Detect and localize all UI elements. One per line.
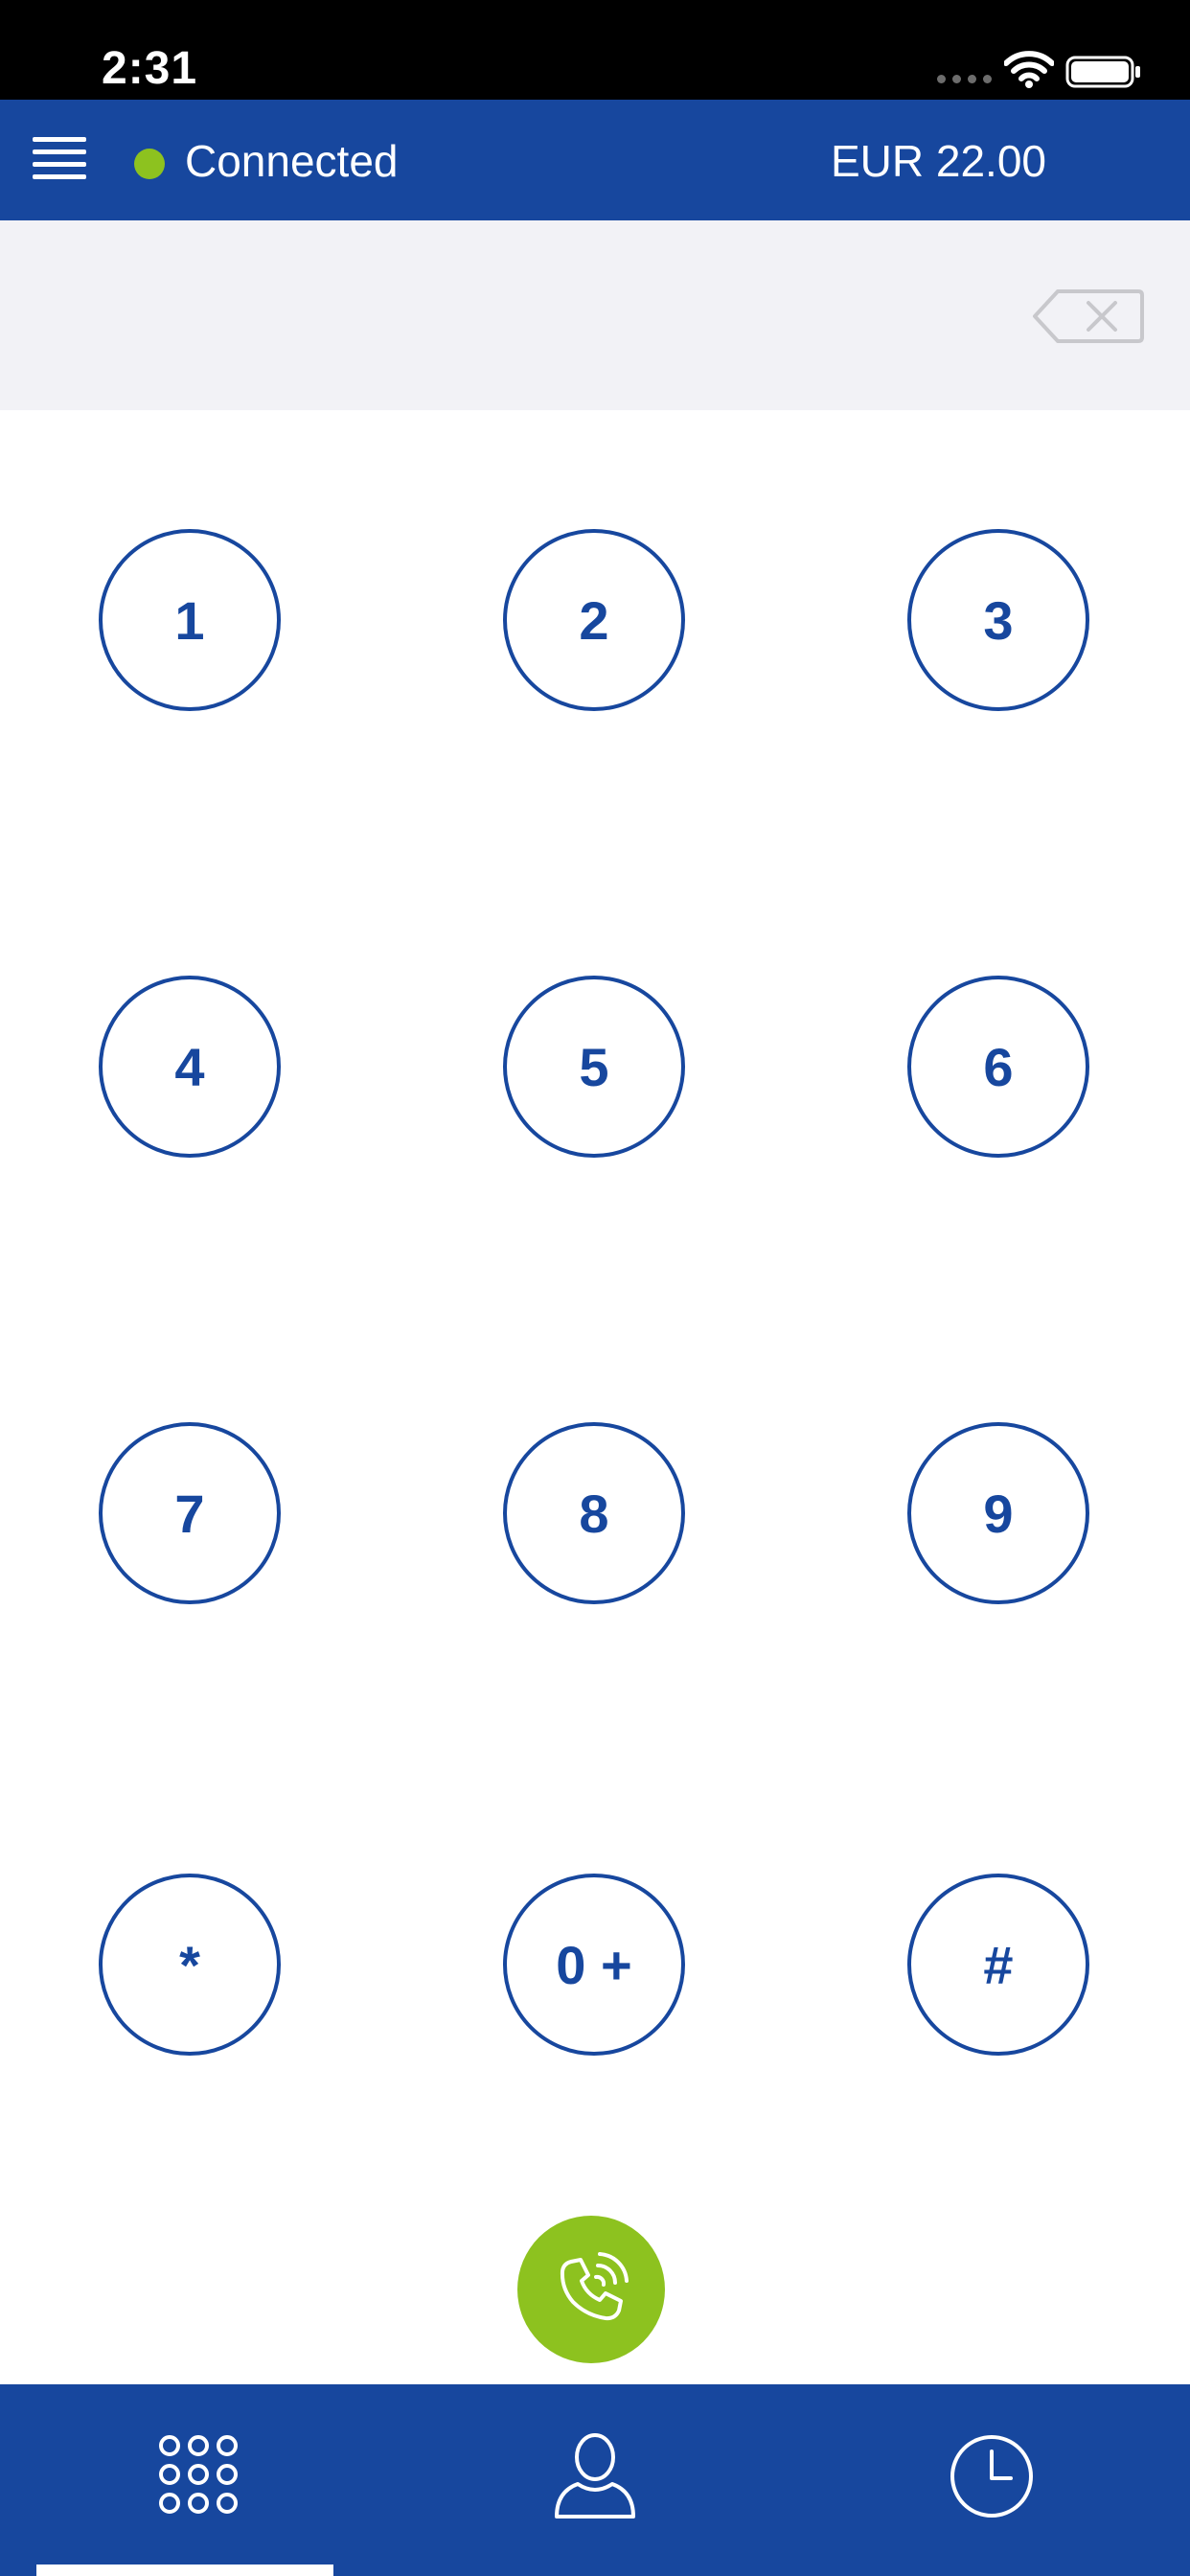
key-9[interactable]: 9	[907, 1422, 1089, 1604]
call-button[interactable]	[517, 2216, 665, 2363]
key-8-label: 8	[579, 1483, 609, 1544]
key-3-label: 3	[983, 589, 1014, 651]
key-0-plus[interactable]: 0 +	[503, 1874, 685, 2056]
key-star-label: *	[179, 1934, 200, 1995]
backspace-icon[interactable]	[1031, 288, 1146, 345]
key-1-label: 1	[174, 589, 205, 651]
key-4-label: 4	[174, 1036, 205, 1097]
key-hash-label: #	[983, 1934, 1014, 1995]
connection-status-label: Connected	[185, 136, 399, 186]
key-hash[interactable]: #	[907, 1874, 1089, 2056]
key-star[interactable]: *	[99, 1874, 281, 2056]
key-3[interactable]: 3	[907, 529, 1089, 711]
key-5[interactable]: 5	[503, 976, 685, 1158]
key-8[interactable]: 8	[503, 1422, 685, 1604]
connection-status-dot	[134, 149, 165, 179]
tab-bar	[0, 2384, 1190, 2576]
tab-history[interactable]	[793, 2384, 1190, 2576]
dialpad-icon	[159, 2435, 238, 2514]
phone-call-icon	[560, 2252, 629, 2321]
status-bar: 2:31	[0, 0, 1190, 100]
clock-icon	[950, 2435, 1033, 2518]
key-5-label: 5	[579, 1036, 609, 1097]
cellular-signal-icon	[937, 75, 992, 83]
key-7[interactable]: 7	[99, 1422, 281, 1604]
number-display	[0, 220, 1190, 410]
key-4[interactable]: 4	[99, 976, 281, 1158]
tab-contacts[interactable]	[397, 2384, 793, 2576]
menu-icon[interactable]	[33, 133, 86, 187]
key-1[interactable]: 1	[99, 529, 281, 711]
key-6-label: 6	[983, 1036, 1014, 1097]
tab-keypad[interactable]	[0, 2384, 397, 2576]
key-7-label: 7	[174, 1483, 205, 1544]
key-6[interactable]: 6	[907, 976, 1089, 1158]
key-2[interactable]: 2	[503, 529, 685, 711]
battery-icon	[1065, 56, 1140, 88]
key-9-label: 9	[983, 1483, 1014, 1544]
key-2-label: 2	[579, 589, 609, 651]
key-0-plus-label: 0 +	[556, 1934, 632, 1995]
status-time: 2:31	[102, 43, 198, 94]
person-icon	[555, 2433, 635, 2518]
app-header: Connected EUR 22.00	[0, 100, 1190, 220]
wifi-icon	[1004, 51, 1054, 88]
account-balance: EUR 22.00	[830, 136, 1046, 186]
active-tab-indicator	[36, 2564, 333, 2576]
